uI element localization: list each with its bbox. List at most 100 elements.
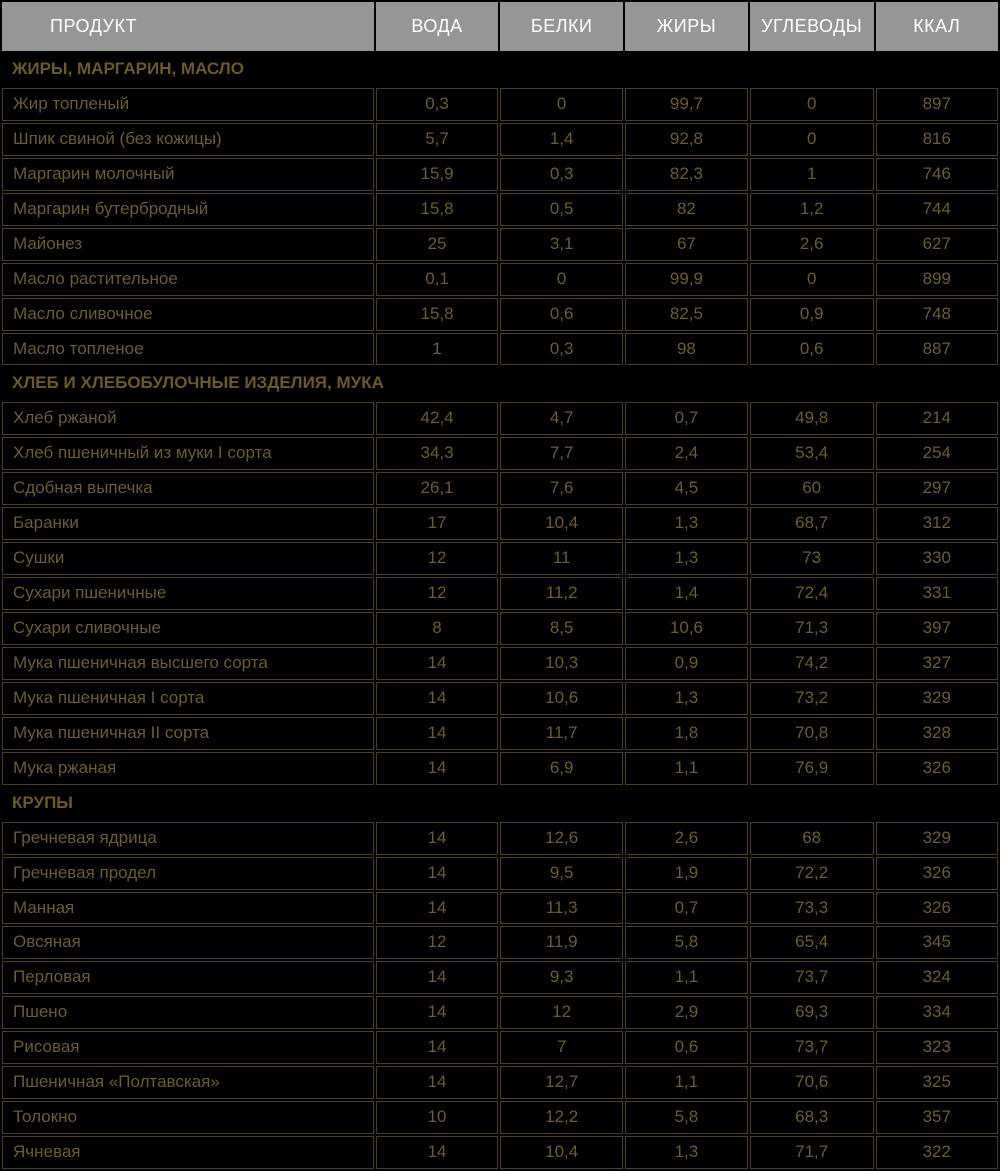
kcal-value: 326 <box>876 752 998 785</box>
kcal-value: 326 <box>876 857 998 890</box>
water-value: 25 <box>376 228 499 261</box>
fat-value: 5,8 <box>625 1101 748 1134</box>
carbs-value: 73,7 <box>750 1031 874 1064</box>
product-name: Гречневая ядрица <box>2 822 374 855</box>
product-name: Майонез <box>2 228 374 261</box>
product-name: Жир топленый <box>2 88 374 121</box>
water-value: 14 <box>376 752 499 785</box>
protein-value: 0 <box>500 263 623 296</box>
protein-value: 4,7 <box>500 402 623 435</box>
fat-value: 0,7 <box>625 402 748 435</box>
table-row: Гречневая продел149,51,972,2326 <box>2 857 998 890</box>
carbs-value: 72,2 <box>750 857 874 890</box>
table-row: Пшеничная «Полтавская»1412,71,170,6325 <box>2 1066 998 1099</box>
carbs-value: 1 <box>750 158 874 191</box>
carbs-value: 74,2 <box>750 647 874 680</box>
table-row: Овсяная1211,95,865,4345 <box>2 926 998 959</box>
water-value: 26,1 <box>376 472 499 505</box>
protein-value: 0,5 <box>500 193 623 226</box>
fat-value: 1,9 <box>625 857 748 890</box>
kcal-value: 744 <box>876 193 998 226</box>
protein-value: 8,5 <box>500 612 623 645</box>
product-name: Мука пшеничная I сорта <box>2 682 374 715</box>
table-row: Масло топленое10,3980,6887 <box>2 333 998 366</box>
water-value: 10 <box>376 1101 499 1134</box>
water-value: 14 <box>376 892 499 925</box>
protein-value: 11,7 <box>500 717 623 750</box>
protein-value: 0,3 <box>500 158 623 191</box>
table-row: Перловая149,31,173,7324 <box>2 961 998 994</box>
protein-value: 10,4 <box>500 1136 623 1169</box>
fat-value: 2,4 <box>625 437 748 470</box>
product-name: Мука ржаная <box>2 752 374 785</box>
product-name: Маргарин бутербродный <box>2 193 374 226</box>
carbs-value: 73,3 <box>750 892 874 925</box>
kcal-value: 897 <box>876 88 998 121</box>
water-value: 14 <box>376 857 499 890</box>
water-value: 14 <box>376 647 499 680</box>
carbs-value: 68 <box>750 822 874 855</box>
product-name: Мука пшеничная II сорта <box>2 717 374 750</box>
fat-value: 1,3 <box>625 507 748 540</box>
fat-value: 5,8 <box>625 926 748 959</box>
table-row: Мука пшеничная II сорта1411,71,870,8328 <box>2 717 998 750</box>
water-value: 14 <box>376 682 499 715</box>
product-name: Сушки <box>2 542 374 575</box>
fat-value: 1,1 <box>625 752 748 785</box>
kcal-value: 328 <box>876 717 998 750</box>
fat-value: 1,8 <box>625 717 748 750</box>
water-value: 14 <box>376 717 499 750</box>
protein-value: 11,2 <box>500 577 623 610</box>
protein-value: 3,1 <box>500 228 623 261</box>
kcal-value: 899 <box>876 263 998 296</box>
table-row: Манная1411,30,773,3326 <box>2 892 998 925</box>
fat-value: 0,6 <box>625 1031 748 1064</box>
product-name: Сухари пшеничные <box>2 577 374 610</box>
protein-value: 0,6 <box>500 298 623 331</box>
col-fat: ЖИРЫ <box>625 2 748 51</box>
product-name: Толокно <box>2 1101 374 1134</box>
protein-value: 12,7 <box>500 1066 623 1099</box>
kcal-value: 329 <box>876 682 998 715</box>
section-title: КРУПЫ <box>2 787 998 820</box>
water-value: 12 <box>376 577 499 610</box>
kcal-value: 330 <box>876 542 998 575</box>
product-name: Хлеб ржаной <box>2 402 374 435</box>
table-row: Масло сливочное15,80,682,50,9748 <box>2 298 998 331</box>
table-row: Маргарин бутербродный15,80,5821,2744 <box>2 193 998 226</box>
product-name: Баранки <box>2 507 374 540</box>
nutrition-table: ПРОДУКТ ВОДА БЕЛКИ ЖИРЫ УГЛЕВОДЫ ККАЛ ЖИ… <box>0 0 1000 1171</box>
carbs-value: 76,9 <box>750 752 874 785</box>
table-row: Маргарин молочный15,90,382,31746 <box>2 158 998 191</box>
table-row: Мука пшеничная I сорта1410,61,373,2329 <box>2 682 998 715</box>
product-name: Шпик свиной (без кожицы) <box>2 123 374 156</box>
water-value: 14 <box>376 961 499 994</box>
water-value: 8 <box>376 612 499 645</box>
kcal-value: 627 <box>876 228 998 261</box>
water-value: 12 <box>376 926 499 959</box>
fat-value: 1,3 <box>625 542 748 575</box>
kcal-value: 325 <box>876 1066 998 1099</box>
protein-value: 11 <box>500 542 623 575</box>
water-value: 17 <box>376 507 499 540</box>
section-row: КРУПЫ <box>2 787 998 820</box>
table-row: Майонез253,1672,6627 <box>2 228 998 261</box>
fat-value: 82,3 <box>625 158 748 191</box>
carbs-value: 73,7 <box>750 961 874 994</box>
product-name: Мука пшеничная высшего сорта <box>2 647 374 680</box>
water-value: 14 <box>376 996 499 1029</box>
protein-value: 0,3 <box>500 333 623 366</box>
fat-value: 98 <box>625 333 748 366</box>
table-row: Ячневая1410,41,371,7322 <box>2 1136 998 1169</box>
kcal-value: 397 <box>876 612 998 645</box>
protein-value: 9,3 <box>500 961 623 994</box>
water-value: 15,9 <box>376 158 499 191</box>
water-value: 14 <box>376 1031 499 1064</box>
carbs-value: 1,2 <box>750 193 874 226</box>
section-row: ЖИРЫ, МАРГАРИН, МАСЛО <box>2 53 998 86</box>
table-row: Масло растительное0,1099,90899 <box>2 263 998 296</box>
fat-value: 1,4 <box>625 577 748 610</box>
water-value: 15,8 <box>376 298 499 331</box>
kcal-value: 324 <box>876 961 998 994</box>
table-row: Сушки12111,373330 <box>2 542 998 575</box>
